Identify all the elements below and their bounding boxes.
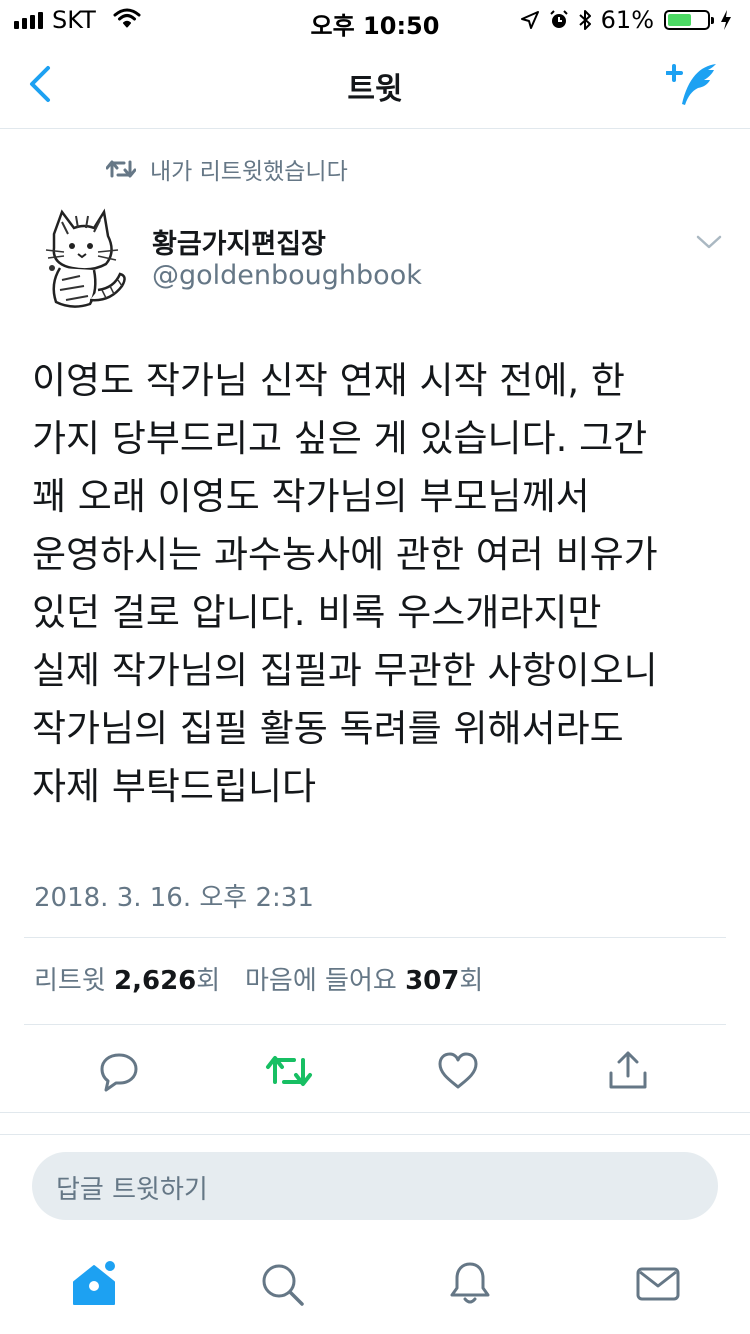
tweet-text-line: 자제 부탁드립니다 xyxy=(32,765,317,808)
status-bar: SKT 오후 10:50 61% xyxy=(0,0,750,40)
tweet-stats: 리트윗 2,626회 마음에 들어요 307회 xyxy=(34,960,483,997)
reply-input[interactable]: 답글 트윗하기 xyxy=(32,1152,718,1220)
retweet-icon[interactable] xyxy=(264,1046,314,1096)
likes-unit: 회 xyxy=(459,966,484,996)
navigation-bar: 트윗 xyxy=(0,40,750,129)
likes-label: 마음에 들어요 xyxy=(245,966,397,996)
likes-count[interactable]: 307 xyxy=(405,966,459,996)
tweet-text-line: 가지 당부드리고 싶은 게 있습니다. 그간 xyxy=(32,417,648,460)
alarm-icon xyxy=(549,10,568,28)
status-right-group: 61% xyxy=(520,6,732,34)
notifications-bell-icon[interactable] xyxy=(446,1260,494,1308)
bluetooth-icon xyxy=(578,10,591,30)
tweet-text-line: 작가님의 집필 활동 독려를 위해서라도 xyxy=(32,707,624,750)
retweets-label: 리트윗 xyxy=(34,966,106,996)
tweet-text-line: 꽤 오래 이영도 작가님의 부모님께서 xyxy=(32,475,590,518)
like-heart-icon[interactable] xyxy=(433,1046,483,1096)
battery-percent: 61% xyxy=(600,6,654,34)
chevron-down-icon[interactable] xyxy=(694,232,724,252)
tweet-timestamp: 2018. 3. 16. 오후 2:31 xyxy=(34,883,314,913)
search-icon[interactable] xyxy=(258,1260,306,1308)
retweeted-label: 내가 리트윗했습니다 xyxy=(150,159,348,185)
divider xyxy=(24,937,726,938)
divider xyxy=(0,1112,750,1113)
tweet-text: 이영도 작가님 신작 연재 시작 전에, 한 가지 당부드리고 싶은 게 있습니… xyxy=(32,352,722,816)
messages-envelope-icon[interactable] xyxy=(634,1260,682,1308)
author-display-name[interactable]: 황금가지편집장 xyxy=(152,222,326,261)
retweets-unit: 회 xyxy=(196,966,221,996)
share-icon[interactable] xyxy=(603,1046,653,1096)
tweet-text-line: 있던 걸로 압니다. 비록 우스개라지만 xyxy=(32,591,602,634)
compose-tweet-icon[interactable] xyxy=(666,58,722,110)
avatar[interactable] xyxy=(32,206,132,312)
location-arrow-icon xyxy=(520,11,539,29)
retweet-small-icon xyxy=(106,160,136,178)
reply-icon[interactable] xyxy=(94,1046,144,1096)
page-title: 트윗 xyxy=(347,72,403,107)
tweet-text-line: 이영도 작가님 신작 연재 시작 전에, 한 xyxy=(32,359,625,402)
tweet-text-line: 운영하시는 과수농사에 관한 여러 비유가 xyxy=(32,533,658,576)
divider xyxy=(0,1134,750,1135)
divider xyxy=(24,1024,726,1025)
retweeted-indicator: 내가 리트윗했습니다 xyxy=(106,152,348,186)
tweet-text-line: 실제 작가님의 집필과 무관한 사항이오니 xyxy=(32,649,658,692)
battery-icon xyxy=(664,10,714,30)
home-icon[interactable] xyxy=(70,1260,118,1308)
reply-placeholder: 답글 트윗하기 xyxy=(56,1175,208,1205)
charging-bolt-icon xyxy=(721,10,731,30)
retweets-count[interactable]: 2,626 xyxy=(114,966,196,996)
author-handle[interactable]: @goldenboughbook xyxy=(152,260,422,291)
